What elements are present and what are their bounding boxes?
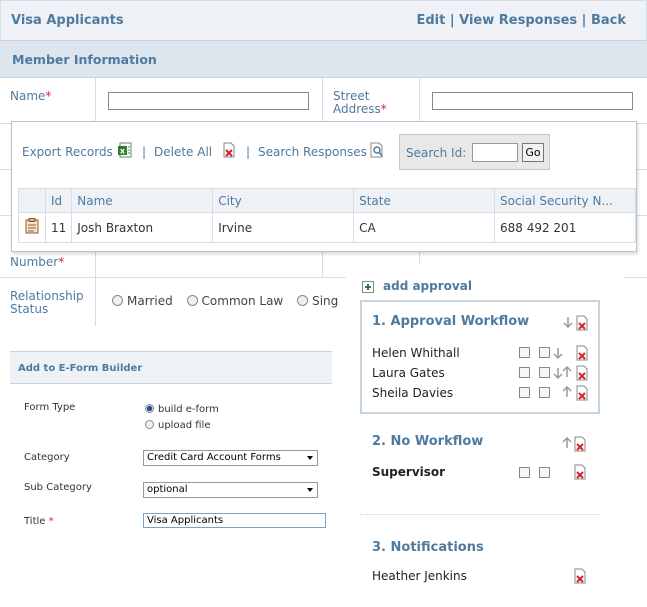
eform-header: Add to E-Form Builder (10, 351, 332, 384)
delete-icon[interactable] (574, 365, 590, 384)
no-workflow-title: 2. No Workflow (372, 434, 484, 449)
radio-upload-file[interactable]: upload file (145, 420, 210, 431)
chevron-down-icon (307, 488, 313, 492)
link-separator: | (449, 13, 455, 28)
excel-icon[interactable]: x (117, 142, 133, 161)
move-up-icon[interactable] (562, 385, 572, 401)
column-header-icon (18, 188, 46, 213)
responses-table: Id Name City State Social Security N... … (18, 188, 637, 243)
supervisor-name: Supervisor (372, 465, 446, 479)
delete-icon[interactable] (574, 345, 590, 364)
approver-checkbox[interactable] (539, 367, 550, 378)
back-link[interactable]: Back (591, 13, 626, 28)
approver-name: Laura Gates (372, 366, 445, 380)
go-button[interactable]: Go (522, 143, 544, 162)
form-title-bar: Visa Applicants Edit | View Responses | … (0, 0, 647, 41)
view-responses-link[interactable]: View Responses (459, 13, 577, 28)
radio-build-eform[interactable]: build e-form (145, 404, 219, 415)
form-row-name: Name* Street Address* (0, 78, 647, 124)
supervisor-checkbox[interactable] (519, 467, 530, 478)
column-header-id[interactable]: Id (44, 188, 73, 213)
approver-name: Helen Whithall (372, 346, 460, 360)
radio-single[interactable]: Sing (297, 294, 348, 308)
radio-married[interactable]: Married (112, 294, 183, 308)
column-header-ssn[interactable]: Social Security N... (493, 188, 637, 213)
form-header-links: Edit | View Responses | Back (416, 13, 626, 28)
cell-name: Josh Braxton (71, 212, 214, 243)
relationship-status-label: Relationship Status (10, 289, 84, 316)
cell-state: CA (353, 212, 495, 243)
delete-icon[interactable] (572, 464, 588, 483)
cell-id: 11 (44, 212, 73, 243)
delete-icon[interactable] (572, 436, 588, 455)
cell-ssn: 688 492 201 (493, 212, 637, 243)
table-header-row: Id Name City State Social Security N... (18, 188, 637, 213)
eform-builder-panel: Add to E-Form Builder Form Type build e-… (10, 351, 332, 536)
delete-icon[interactable] (221, 142, 237, 161)
number-label: Number* (10, 255, 65, 269)
link-separator: | (581, 13, 587, 28)
section-divider (360, 514, 600, 515)
column-header-state[interactable]: State (353, 188, 495, 213)
column-header-name[interactable]: Name (71, 188, 214, 213)
member-information-header: Member Information (0, 41, 647, 78)
approver-name: Sheila Davies (372, 386, 454, 400)
edit-link[interactable]: Edit (416, 13, 445, 28)
delete-icon[interactable] (574, 385, 590, 404)
toolbar-separator: | (246, 145, 251, 159)
cell-city: Irvine (212, 212, 355, 243)
category-select[interactable]: Credit Card Account Forms (143, 450, 318, 466)
delete-all-link[interactable]: Delete All (154, 145, 212, 159)
form-title: Visa Applicants (11, 13, 124, 28)
search-icon[interactable] (369, 142, 385, 161)
move-down-icon[interactable] (563, 316, 573, 331)
search-id-box: Search Id: Go (399, 134, 550, 170)
subcategory-select[interactable]: optional (143, 482, 318, 498)
form-type-label: Form Type (24, 402, 76, 413)
search-id-input[interactable] (472, 143, 518, 162)
approver-checkbox[interactable] (519, 367, 530, 378)
street-address-input[interactable] (432, 92, 633, 110)
search-id-label: Search Id: (406, 146, 467, 160)
table-row[interactable]: 11 Josh Braxton Irvine CA 688 492 201 (18, 212, 637, 243)
responses-panel: Export Records x | Delete All | Search R… (11, 121, 637, 252)
column-header-city[interactable]: City (212, 188, 355, 213)
search-responses-link[interactable]: Search Responses (258, 145, 367, 159)
approver-checkbox[interactable] (539, 347, 550, 358)
move-down-icon[interactable] (553, 347, 563, 362)
move-up-icon[interactable] (562, 365, 572, 381)
export-records-link[interactable]: Export Records (22, 145, 113, 159)
chevron-down-icon (307, 456, 313, 460)
approval-workflow-title: 1. Approval Workflow (372, 314, 530, 329)
delete-icon[interactable] (572, 568, 588, 587)
notification-recipient-name: Heather Jenkins (372, 569, 467, 583)
radio-common-law[interactable]: Common Law (186, 294, 294, 308)
approver-checkbox[interactable] (519, 347, 530, 358)
add-approval-link[interactable]: add approval (383, 279, 472, 293)
approver-checkbox[interactable] (539, 387, 550, 398)
name-input[interactable] (108, 92, 309, 110)
approval-panel: add approval 1. Approval Workflow Helen … (346, 264, 624, 607)
notifications-title: 3. Notifications (372, 540, 484, 555)
subcategory-label: Sub Category (24, 482, 92, 493)
street-address-label: Street Address* (333, 89, 387, 116)
title-input[interactable]: Visa Applicants (143, 513, 326, 528)
approver-checkbox[interactable] (519, 387, 530, 398)
title-label: Title * (24, 516, 54, 527)
approval-workflow-box: 1. Approval Workflow Helen Whithall Laur… (360, 300, 600, 414)
relationship-options: Married Common Law Sing (112, 294, 348, 308)
move-up-icon[interactable] (562, 436, 572, 452)
supervisor-checkbox[interactable] (539, 467, 550, 478)
eform-header-title: Add to E-Form Builder (18, 363, 143, 374)
svg-text:x: x (120, 147, 126, 156)
section-title: Member Information (12, 52, 157, 67)
toolbar-separator: | (142, 145, 147, 159)
name-label: Name* (10, 89, 52, 103)
view-record-icon[interactable] (18, 212, 46, 243)
category-label: Category (24, 452, 70, 463)
delete-icon[interactable] (574, 315, 590, 334)
add-icon[interactable] (362, 281, 374, 296)
